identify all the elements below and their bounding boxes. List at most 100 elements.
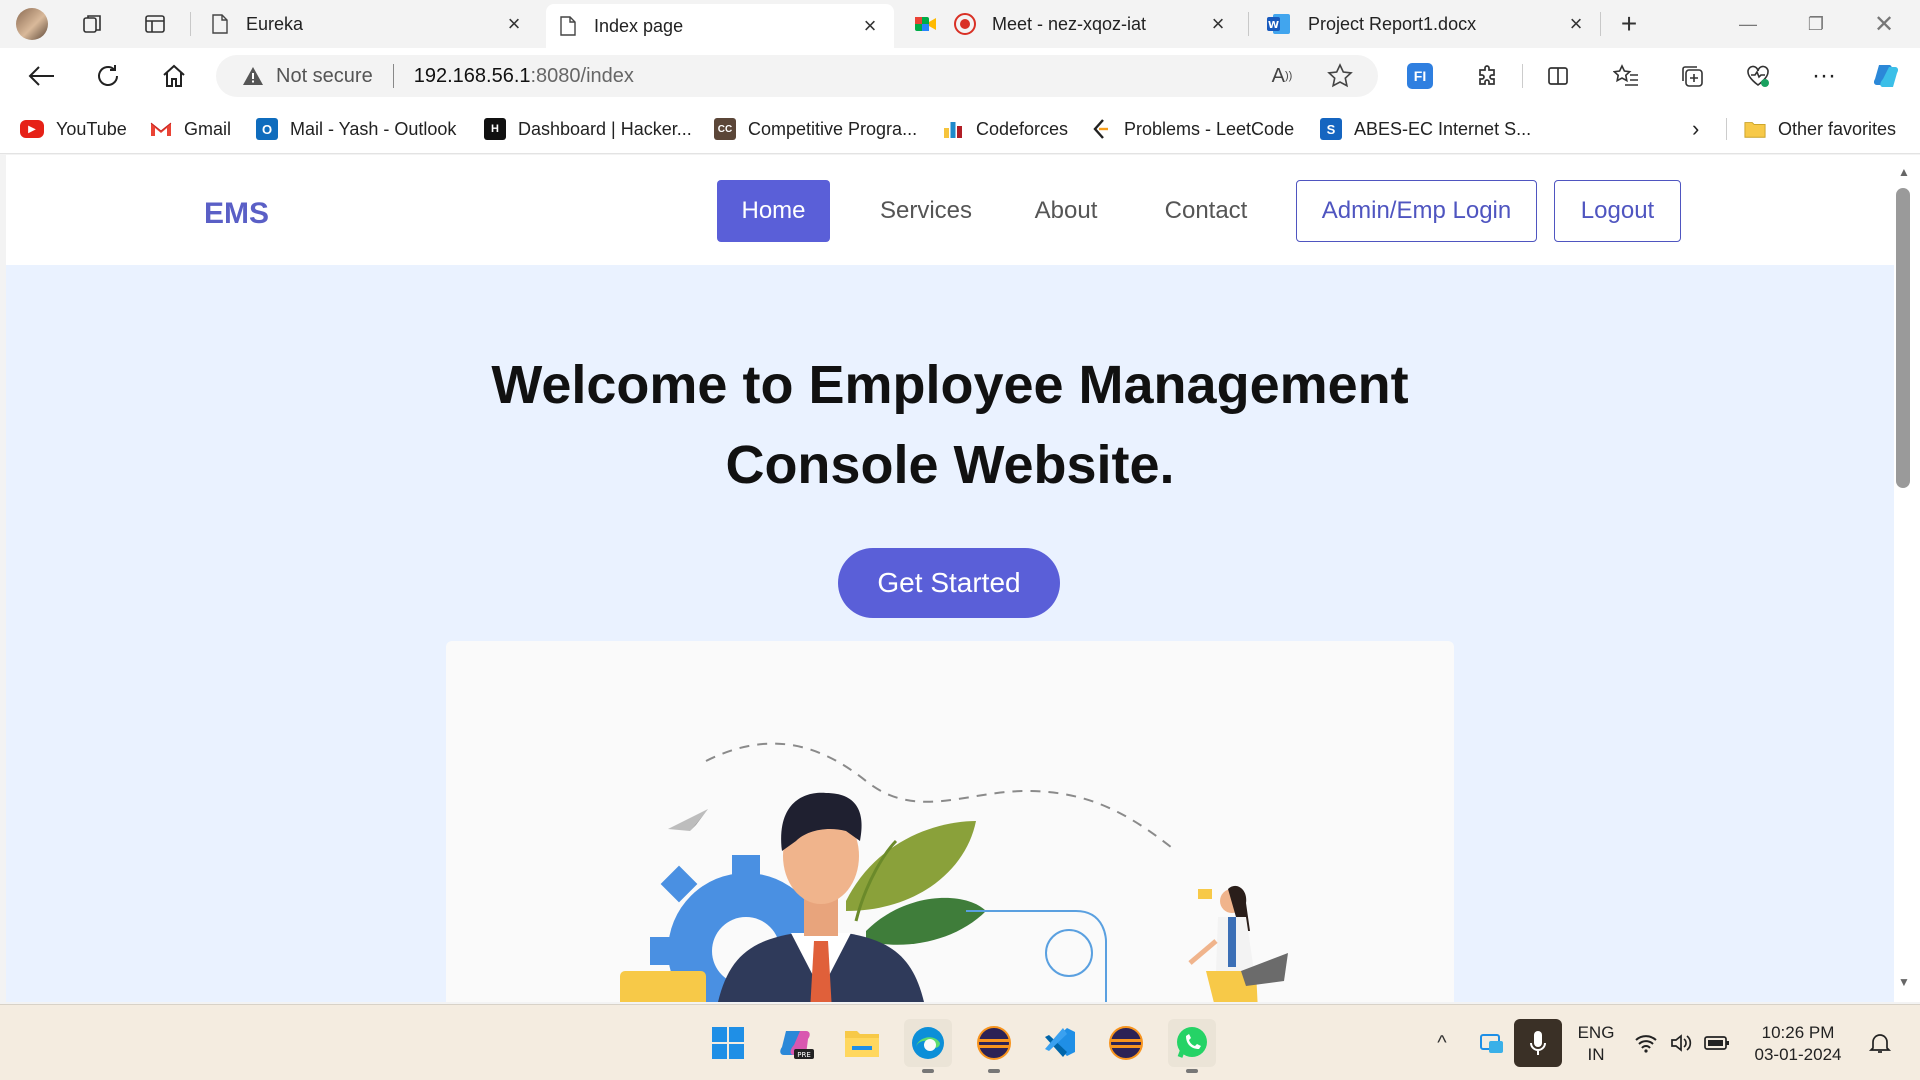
hero-title-line: Welcome to Employee Management [491,355,1409,415]
site-header: EMS Home Services About Contact Admin/Em… [6,155,1894,265]
warning-icon [243,67,263,85]
gmail-icon [150,118,172,140]
eclipse-icon[interactable] [970,1019,1018,1073]
tab-meet[interactable]: Meet - nez-xqoz-iat × [902,4,1242,44]
address-toolbar: Not secure 192.168.56.1 :8080/index A)) … [0,48,1920,104]
folder-icon [1744,118,1766,140]
running-indicator [988,1069,1000,1073]
close-icon[interactable]: × [1206,11,1230,37]
new-tab-icon[interactable]: + [1606,0,1652,48]
language-indicator[interactable]: ENG IN [1570,1022,1622,1066]
nav-contact-link[interactable]: Contact [1146,180,1266,242]
collections-icon[interactable] [1672,56,1712,96]
get-started-button[interactable]: Get Started [838,548,1060,618]
home-icon[interactable] [154,56,194,96]
scroll-down-icon[interactable]: ▼ [1898,975,1910,989]
codeforces-icon [942,118,964,140]
favorites-icon[interactable] [1606,56,1646,96]
chevron-up-icon[interactable]: ^ [1418,1019,1466,1067]
close-icon[interactable]: × [502,11,526,37]
bookmark-outlook[interactable]: O Mail - Yash - Outlook [256,114,456,144]
security-status[interactable]: Not secure [276,65,373,88]
wifi-icon [1635,1035,1657,1053]
bookmarks-bar: ▶ YouTube Gmail O Mail - Yash - Outlook … [0,104,1920,154]
address-bar[interactable]: Not secure 192.168.56.1 :8080/index [216,55,1378,97]
windows-taskbar: PRE ^ ENG IN 10:26 PM 03-01-2024 [0,1004,1920,1080]
bookmark-leetcode[interactable]: Problems - LeetCode [1090,114,1294,144]
bookmark-youtube[interactable]: ▶ YouTube [20,114,127,144]
nav-services-link[interactable]: Services [866,180,986,242]
tab-index-page[interactable]: Index page × [546,4,894,48]
tab-eureka[interactable]: Eureka × [198,4,538,44]
vscode-icon[interactable] [1036,1019,1084,1067]
bookmark-abes[interactable]: S ABES-EC Internet S... [1320,114,1531,144]
language-region: IN [1587,1045,1605,1064]
page-icon [210,14,230,34]
outlook-icon: O [256,118,278,140]
bookmark-label: Mail - Yash - Outlook [290,118,457,139]
scrollbar-thumb[interactable] [1896,188,1910,488]
bookmark-codechef[interactable]: CC Competitive Progra... [714,114,917,144]
bookmark-hackerrank[interactable]: H Dashboard | Hacker... [484,114,692,144]
running-indicator [922,1069,934,1073]
split-screen-icon[interactable] [1538,56,1578,96]
file-explorer-icon[interactable] [838,1019,886,1067]
clock-time: 10:26 PM [1761,1023,1835,1042]
tab-strip: Eureka × Index page × Meet - nez-xqoz-ia… [0,0,1920,48]
tab-title: Meet - nez-xqoz-iat [992,13,1147,34]
browser-essentials-icon[interactable] [1738,56,1778,96]
page-viewport: EMS Home Services About Contact Admin/Em… [6,155,1894,1002]
microphone-icon[interactable] [1514,1019,1562,1067]
refresh-icon[interactable] [88,56,128,96]
start-icon[interactable] [704,1019,752,1067]
bookmark-gmail[interactable]: Gmail [150,114,231,144]
eclipse-icon[interactable] [1102,1019,1150,1067]
more-options-icon[interactable]: ··· [1804,56,1844,96]
svg-text:PRE: PRE [797,1051,811,1059]
bookmark-label: Dashboard | Hacker... [518,118,692,139]
extensions-icon[interactable] [1468,56,1508,96]
notifications-icon[interactable] [1856,1019,1904,1067]
read-aloud-icon[interactable]: A)) [1262,56,1302,96]
tab-actions-icon[interactable] [132,0,178,48]
edge-icon[interactable] [904,1019,952,1073]
site-brand[interactable]: EMS [204,197,269,231]
nav-home-button[interactable]: Home [717,180,830,242]
restore-icon[interactable]: ❐ [1782,0,1850,48]
close-icon[interactable]: × [858,13,882,39]
chevron-right-icon[interactable]: › [1692,114,1699,144]
tab-title: Project Report1.docx [1308,13,1477,34]
bookmark-label: YouTube [56,118,127,139]
admin-emp-login-button[interactable]: Admin/Emp Login [1296,180,1537,242]
favorite-star-icon[interactable] [1320,56,1360,96]
bookmark-label: ABES-EC Internet S... [1354,118,1532,139]
copilot-icon[interactable]: PRE [772,1019,820,1067]
tab-title: Index page [594,15,684,36]
profile-avatar[interactable] [16,8,48,40]
page-icon [558,16,578,36]
running-indicator [1186,1069,1198,1073]
url-host: 192.168.56.1 [413,64,531,87]
close-icon[interactable]: × [1564,11,1588,37]
volume-icon [1671,1034,1692,1052]
minimize-icon[interactable]: — [1714,0,1782,48]
clock[interactable]: 10:26 PM 03-01-2024 [1750,1022,1846,1066]
system-status-group[interactable] [1628,1019,1736,1067]
copilot-sidebar-icon[interactable] [1866,56,1906,96]
whatsapp-icon[interactable] [1168,1019,1216,1073]
window-close-icon[interactable]: ✕ [1850,0,1918,48]
back-icon[interactable] [22,56,62,96]
workspaces-icon[interactable] [70,0,116,48]
quick-share-icon[interactable] [1468,1019,1516,1067]
extension-fi-icon[interactable]: FI [1400,56,1440,96]
svg-text:W: W [1268,20,1279,31]
tab-project-report[interactable]: W Project Report1.docx × [1254,4,1600,44]
word-icon: W [1266,14,1292,34]
logout-button[interactable]: Logout [1554,180,1681,242]
other-favorites[interactable]: Other favorites [1744,114,1896,144]
bookmark-codeforces[interactable]: Codeforces [942,114,1068,144]
scroll-up-icon[interactable]: ▲ [1898,165,1910,179]
clock-date: 03-01-2024 [1754,1045,1842,1064]
bookmark-label: Other favorites [1778,118,1897,139]
nav-about-link[interactable]: About [1016,180,1116,242]
